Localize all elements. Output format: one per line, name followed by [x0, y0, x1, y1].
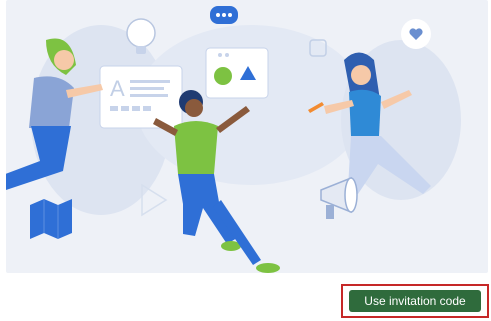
text-document-card: A [99, 65, 183, 129]
chart-card [205, 47, 269, 99]
use-invitation-code-button[interactable]: Use invitation code [349, 290, 481, 312]
collaboration-illustration: A [6, 6, 461, 273]
chat-bubble-icon [210, 6, 238, 24]
footer-bar: Use invitation code [0, 273, 491, 321]
heart-icon [401, 19, 431, 49]
map-icon [30, 199, 72, 239]
svg-text:A: A [110, 76, 125, 101]
button-highlight-frame: Use invitation code [341, 284, 489, 318]
hero-illustration: A [6, 0, 488, 273]
invitation-page: A Use invitation code [0, 0, 491, 321]
megaphone-icon [320, 176, 358, 219]
